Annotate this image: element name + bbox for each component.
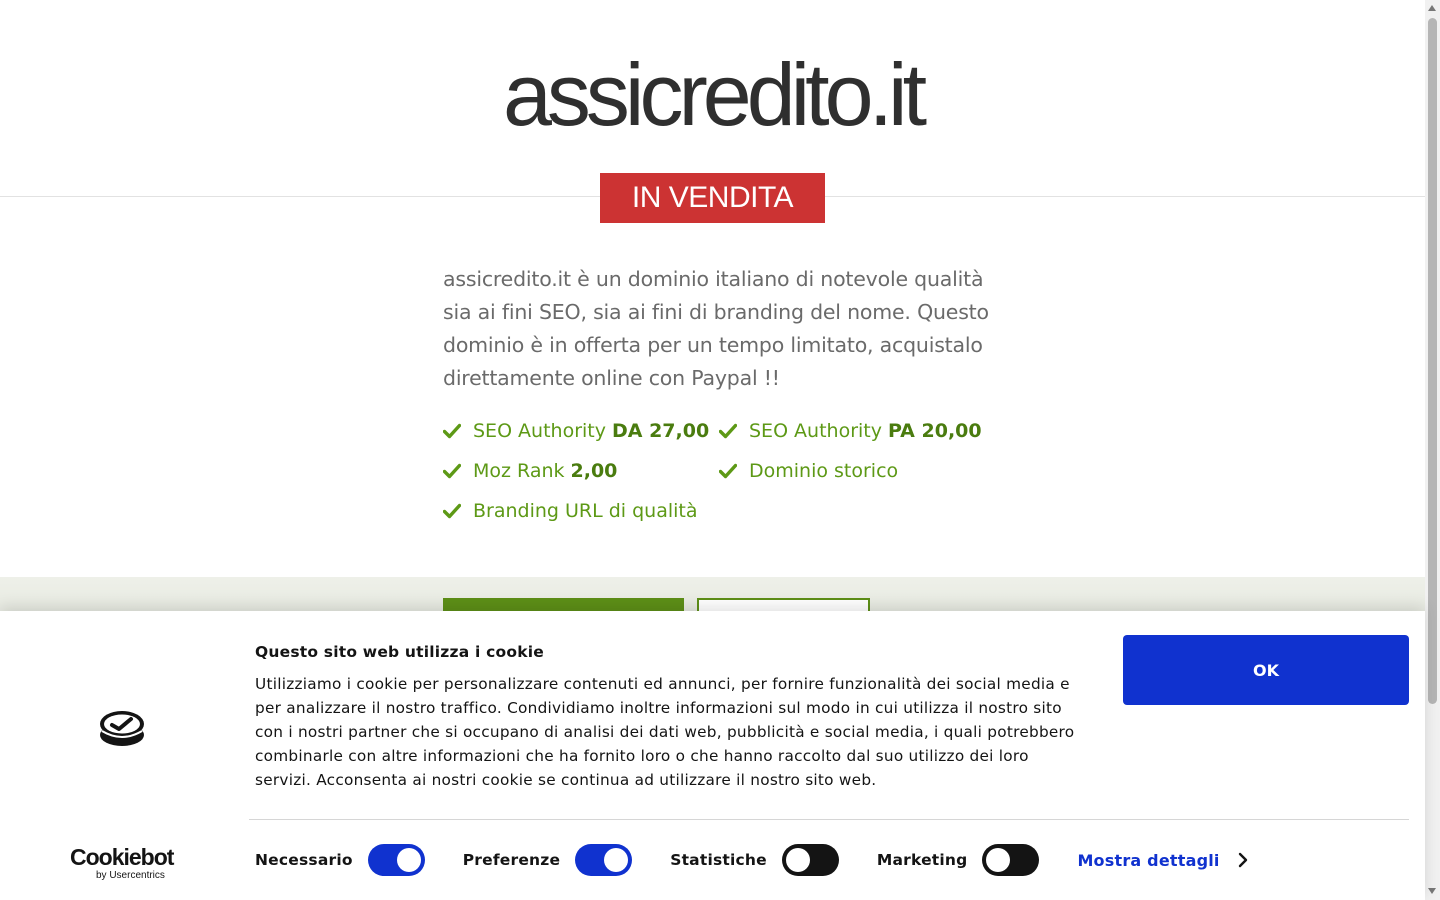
feature-item: Moz Rank 2,00 xyxy=(443,455,719,487)
feature-item: SEO Authority DA 27,00 xyxy=(443,415,719,447)
consent-toggles: Necessario Preferenze Statistiche Market… xyxy=(255,842,1248,878)
feature-label: SEO Authority xyxy=(473,420,606,442)
toggle-knob xyxy=(986,848,1011,872)
feature-item: Dominio storico xyxy=(719,455,1003,487)
toggle-marketing[interactable] xyxy=(982,844,1040,876)
consent-statistiche: Statistiche xyxy=(670,844,839,876)
consent-preferenze: Preferenze xyxy=(463,844,633,876)
check-icon xyxy=(719,463,737,479)
cookie-divider xyxy=(249,819,1409,820)
chevron-right-icon xyxy=(1238,852,1247,868)
consent-label: Necessario xyxy=(255,851,353,869)
feature-label: Moz Rank xyxy=(473,460,565,482)
cookie-ok-button[interactable]: OK xyxy=(1123,635,1409,705)
vertical-scrollbar[interactable] xyxy=(1425,0,1440,900)
toggle-knob xyxy=(396,848,421,872)
cookiebot-brand: Cookiebot by Usercentrics xyxy=(70,844,180,882)
feature-item: SEO Authority PA 20,00 xyxy=(719,415,1003,447)
feature-label: Dominio storico xyxy=(749,460,899,482)
cookie-description: Utilizziamo i cookie per personalizzare … xyxy=(255,675,1075,789)
domain-title: assicredito.it xyxy=(502,45,927,144)
check-icon xyxy=(443,463,461,479)
cookiebot-brand-sub: by Usercentrics xyxy=(96,870,165,881)
domain-description: assicredito.it è un dominio italiano di … xyxy=(443,267,989,390)
toggle-preferenze[interactable] xyxy=(575,844,633,876)
consent-necessario: Necessario xyxy=(255,844,425,876)
show-details-link[interactable]: Mostra dettagli xyxy=(1077,851,1247,870)
feature-value: PA 20,00 xyxy=(888,420,982,442)
cookiebot-logo-icon xyxy=(100,711,144,746)
sale-badge: IN VENDITA xyxy=(600,173,825,223)
feature-item: Branding URL di qualità xyxy=(443,495,719,527)
toggle-statistiche[interactable] xyxy=(781,844,839,876)
check-icon xyxy=(443,503,461,519)
feature-value: 2,00 xyxy=(570,460,618,482)
feature-label: SEO Authority xyxy=(749,420,882,442)
scroll-down-arrow-icon[interactable] xyxy=(1428,888,1436,894)
show-details-label: Mostra dettagli xyxy=(1077,850,1220,870)
cookie-consent-banner: Questo sito web utilizza i cookie Utiliz… xyxy=(0,611,1425,900)
toggle-necessario[interactable] xyxy=(367,844,425,876)
feature-list: SEO Authority DA 27,00 SEO Authority PA … xyxy=(443,415,1003,527)
check-icon xyxy=(719,423,737,439)
feature-label: Branding URL di qualità xyxy=(473,500,698,522)
consent-label: Statistiche xyxy=(670,851,767,869)
scroll-thumb[interactable] xyxy=(1428,18,1437,704)
toggle-knob xyxy=(785,848,810,872)
consent-marketing: Marketing xyxy=(877,844,1040,876)
check-icon xyxy=(443,423,461,439)
toggle-knob xyxy=(604,848,629,872)
cookiebot-brand-name: Cookiebot xyxy=(70,844,174,870)
consent-label: Preferenze xyxy=(462,851,561,869)
consent-label: Marketing xyxy=(876,851,968,869)
scroll-up-arrow-icon[interactable] xyxy=(1428,5,1436,11)
cookie-heading: Questo sito web utilizza i cookie xyxy=(255,643,544,661)
feature-value: DA 27,00 xyxy=(612,420,710,442)
